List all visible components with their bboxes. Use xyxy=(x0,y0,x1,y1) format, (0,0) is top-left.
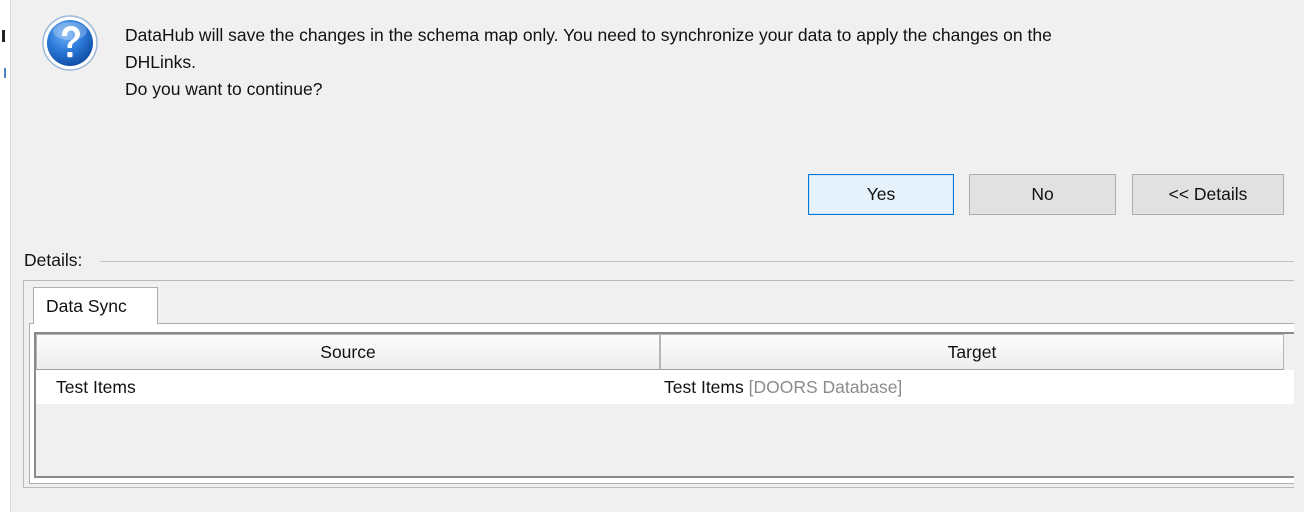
background-text-fragment xyxy=(2,30,5,42)
details-label: Details: xyxy=(24,250,87,271)
background-window-edge xyxy=(0,0,10,512)
dialog-message: DataHub will save the changes in the sch… xyxy=(125,22,1295,103)
table-header: Source Target xyxy=(36,334,1294,370)
screenshot: DataHub will save the changes in the sch… xyxy=(0,0,1304,512)
source-cell: Test Items xyxy=(56,376,136,397)
yes-button[interactable]: Yes xyxy=(808,174,954,215)
table-row[interactable]: Test Items Test Items [DOORS Database] xyxy=(36,370,1294,404)
target-cell: Test Items [DOORS Database] xyxy=(660,377,1284,398)
column-header-source[interactable]: Source xyxy=(36,334,660,370)
question-icon xyxy=(42,15,98,71)
target-database: [DOORS Database] xyxy=(748,376,903,397)
target-name: Test Items xyxy=(664,376,744,397)
details-separator xyxy=(100,261,1294,262)
message-line-3: Do you want to continue? xyxy=(125,79,323,99)
sync-table: Source Target Test Items Test Items [DOO… xyxy=(34,332,1294,478)
details-toggle-button[interactable]: << Details xyxy=(1132,174,1284,215)
message-line-1: DataHub will save the changes in the sch… xyxy=(125,25,1052,45)
column-header-target[interactable]: Target xyxy=(660,334,1284,370)
background-accent-fragment xyxy=(4,68,6,78)
tab-data-sync[interactable]: Data Sync xyxy=(33,287,158,324)
no-button[interactable]: No xyxy=(969,174,1116,215)
message-line-2: DHLinks. xyxy=(125,52,196,72)
